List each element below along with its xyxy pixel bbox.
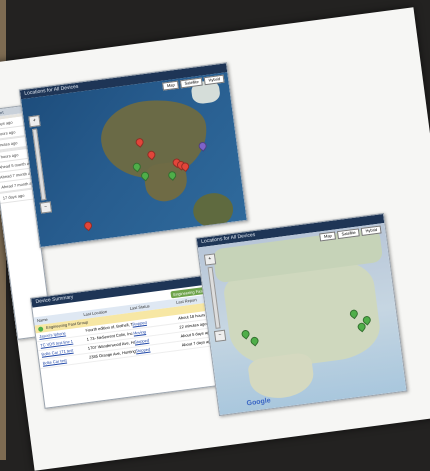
screenshot-collage: Report 3 days ago8 hours agominutes ago9… (0, 7, 430, 471)
zoom-in-icon[interactable]: + (28, 115, 41, 128)
map-pin[interactable] (82, 220, 94, 232)
zoom-in-icon[interactable]: + (203, 253, 217, 266)
zoom-slider[interactable] (32, 128, 47, 201)
zoom-out-icon[interactable]: − (213, 329, 227, 343)
satellite-map-panel[interactable]: Locations for All Devices + − Map Satell… (18, 62, 248, 249)
mexico-landmass-terrain (246, 351, 316, 402)
zoom-out-icon[interactable]: − (39, 201, 53, 214)
google-logo: Google (246, 397, 272, 408)
group-pin-icon (37, 325, 44, 332)
terrain-map-panel[interactable]: Locations for All Devices + − Google Map… (195, 212, 408, 417)
satellite-map[interactable]: + − (21, 72, 247, 248)
south-america-landmass (191, 190, 236, 230)
terrain-map[interactable]: + − Google (197, 222, 407, 416)
